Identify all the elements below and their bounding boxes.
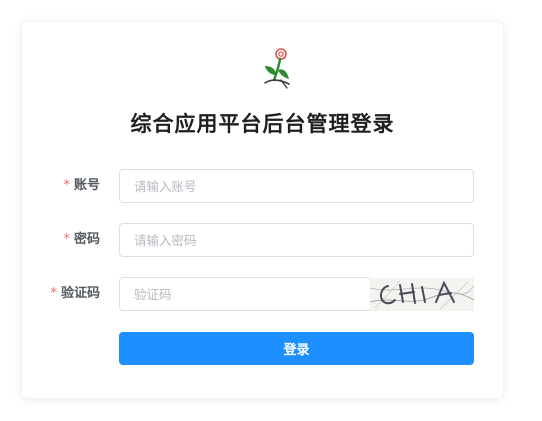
required-mark: * xyxy=(63,178,70,193)
page-background: 综合应用平台后台管理登录 *账号 *密码 *验证码 xyxy=(0,0,542,421)
captcha-label: 验证码 xyxy=(60,286,100,301)
login-button[interactable]: 登录 xyxy=(119,332,474,365)
account-label-group: * 账号 xyxy=(63,169,100,203)
login-card: 综合应用平台后台管理登录 *账号 *密码 *验证码 xyxy=(22,22,503,398)
password-label: 密码 xyxy=(73,232,100,247)
captcha-label-group: * 验证码 xyxy=(50,277,100,311)
captcha-input[interactable] xyxy=(119,277,371,311)
captcha-image[interactable] xyxy=(370,278,474,311)
password-input[interactable] xyxy=(119,223,474,257)
account-input[interactable] xyxy=(119,169,474,203)
account-row: * 账号 xyxy=(22,169,503,203)
page-title: 综合应用平台后台管理登录 xyxy=(130,112,395,136)
account-label: 账号 xyxy=(73,178,100,193)
required-mark: * xyxy=(50,286,57,301)
password-label-group: * 密码 xyxy=(63,223,100,257)
captcha-row: * 验证码 xyxy=(22,277,503,311)
required-mark: * xyxy=(63,232,70,247)
password-row: * 密码 xyxy=(22,223,503,257)
sprout-logo-icon xyxy=(264,48,290,89)
